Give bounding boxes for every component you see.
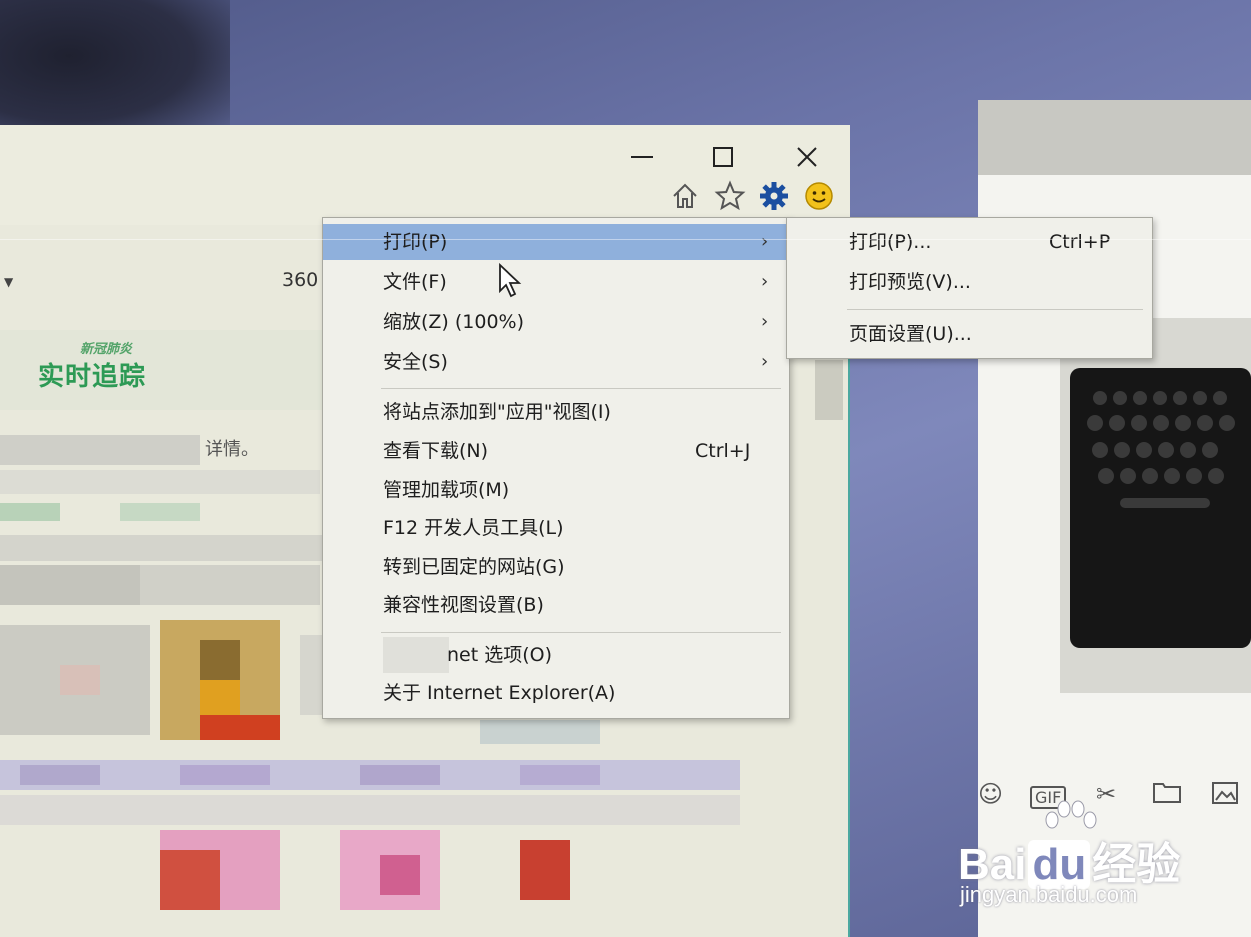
baidu-watermark: Bai du 经验 jingyan.baidu.com xyxy=(958,800,1251,910)
chat-image-keyboard[interactable] xyxy=(1060,318,1251,693)
menu-item-manage-addons[interactable]: 管理加载项(M) xyxy=(323,472,789,508)
menu-item-label: 查看下载(N) xyxy=(383,440,489,462)
menu-item-label: 关于 Internet Explorer(A) xyxy=(383,682,616,704)
menu-item-label: 将站点添加到"应用"视图(I) xyxy=(383,401,611,423)
chat-header xyxy=(978,100,1251,175)
banner-title: 实时追踪 xyxy=(38,362,147,392)
submenu-item-label: 打印(P)... xyxy=(849,231,932,253)
keyboard-photo xyxy=(1070,368,1251,648)
menu-item-shortcut: Ctrl+J xyxy=(695,440,751,462)
feedback-button[interactable] xyxy=(802,179,836,213)
title-bar xyxy=(0,125,850,225)
submenu-item-page-setup[interactable]: 页面设置(U)... xyxy=(787,316,1152,352)
close-button[interactable] xyxy=(787,143,827,171)
chevron-right-icon: › xyxy=(761,271,769,292)
chevron-right-icon: › xyxy=(761,231,769,252)
menu-item-view-downloads[interactable]: 查看下载(N) Ctrl+J xyxy=(323,433,789,469)
menu-item-label: net 选项(O) xyxy=(447,644,553,666)
desktop-background xyxy=(0,0,230,140)
chevron-right-icon: › xyxy=(761,311,769,332)
keyboard-keys-graphic xyxy=(1087,391,1235,508)
favorites-star-icon xyxy=(714,180,746,211)
menu-item-label: 打印(P) xyxy=(383,231,448,253)
menu-separator xyxy=(381,388,781,389)
menu-item-pinned-sites[interactable]: 转到已固定的网站(G) xyxy=(323,549,789,585)
submenu-item-shortcut: Ctrl+P xyxy=(1049,231,1111,253)
favorites-button[interactable] xyxy=(713,179,747,213)
blurred-region xyxy=(383,637,449,673)
minimize-button[interactable] xyxy=(622,143,662,171)
screen-glare-line xyxy=(0,239,1251,240)
menu-item-label: 管理加载项(M) xyxy=(383,479,510,501)
news-banner[interactable]: 新冠肺炎 实时追踪 xyxy=(0,330,330,410)
menu-item-compat-view[interactable]: 兼容性视图设置(B) xyxy=(323,587,789,623)
menu-item-label: 兼容性视图设置(B) xyxy=(383,594,544,616)
minimize-icon xyxy=(631,156,653,158)
home-button[interactable] xyxy=(668,179,702,213)
submenu-item-label: 打印预览(V)... xyxy=(849,271,971,293)
close-icon xyxy=(797,147,817,167)
menu-item-label: 文件(F) xyxy=(383,271,447,293)
menu-item-file[interactable]: 文件(F) › xyxy=(323,264,789,300)
submenu-separator xyxy=(847,309,1143,310)
home-icon xyxy=(673,183,697,208)
submenu-item-print[interactable]: 打印(P)... Ctrl+P xyxy=(787,224,1152,260)
submenu-item-label: 页面设置(U)... xyxy=(849,323,972,345)
menu-item-add-site-to-apps[interactable]: 将站点添加到"应用"视图(I) xyxy=(323,394,789,430)
menu-item-label: F12 开发人员工具(L) xyxy=(383,517,564,539)
feedback-smiley-icon xyxy=(805,182,833,210)
banner-subtitle: 新冠肺炎 xyxy=(80,342,133,357)
menu-item-label: 安全(S) xyxy=(383,351,448,373)
maximize-icon xyxy=(713,147,733,167)
menu-item-about-ie[interactable]: 关于 Internet Explorer(A) xyxy=(323,675,789,711)
menu-separator xyxy=(381,632,781,633)
menu-item-label: 转到已固定的网站(G) xyxy=(383,556,565,578)
menu-item-internet-options[interactable]: net 选项(O) xyxy=(323,637,789,673)
menu-item-label: 缩放(Z) (100%) xyxy=(383,311,525,333)
submenu-item-print-preview[interactable]: 打印预览(V)... xyxy=(787,264,1152,300)
address-text: 360 xyxy=(282,269,319,291)
scrollbar-thumb[interactable] xyxy=(815,360,843,420)
tools-gear-icon xyxy=(760,182,788,210)
address-row[interactable]: ▼ 360 xyxy=(0,265,330,301)
tools-button[interactable] xyxy=(757,179,791,213)
mouse-cursor-icon xyxy=(498,262,524,303)
watermark-url: jingyan.baidu.com xyxy=(960,882,1138,907)
menu-item-zoom[interactable]: 缩放(Z) (100%) › xyxy=(323,304,789,340)
tools-menu: 打印(P) › 文件(F) › 缩放(Z) (100%) › 安全(S) › 将… xyxy=(322,217,790,719)
menu-item-print[interactable]: 打印(P) › xyxy=(323,224,789,260)
chevron-right-icon: › xyxy=(761,351,769,372)
dropdown-caret-icon[interactable]: ▼ xyxy=(4,275,13,289)
page-snippet-text: 详情。 xyxy=(205,439,259,460)
menu-item-safety[interactable]: 安全(S) › xyxy=(323,344,789,380)
menu-item-f12-dev-tools[interactable]: F12 开发人员工具(L) xyxy=(323,510,789,546)
maximize-button[interactable] xyxy=(703,143,743,171)
